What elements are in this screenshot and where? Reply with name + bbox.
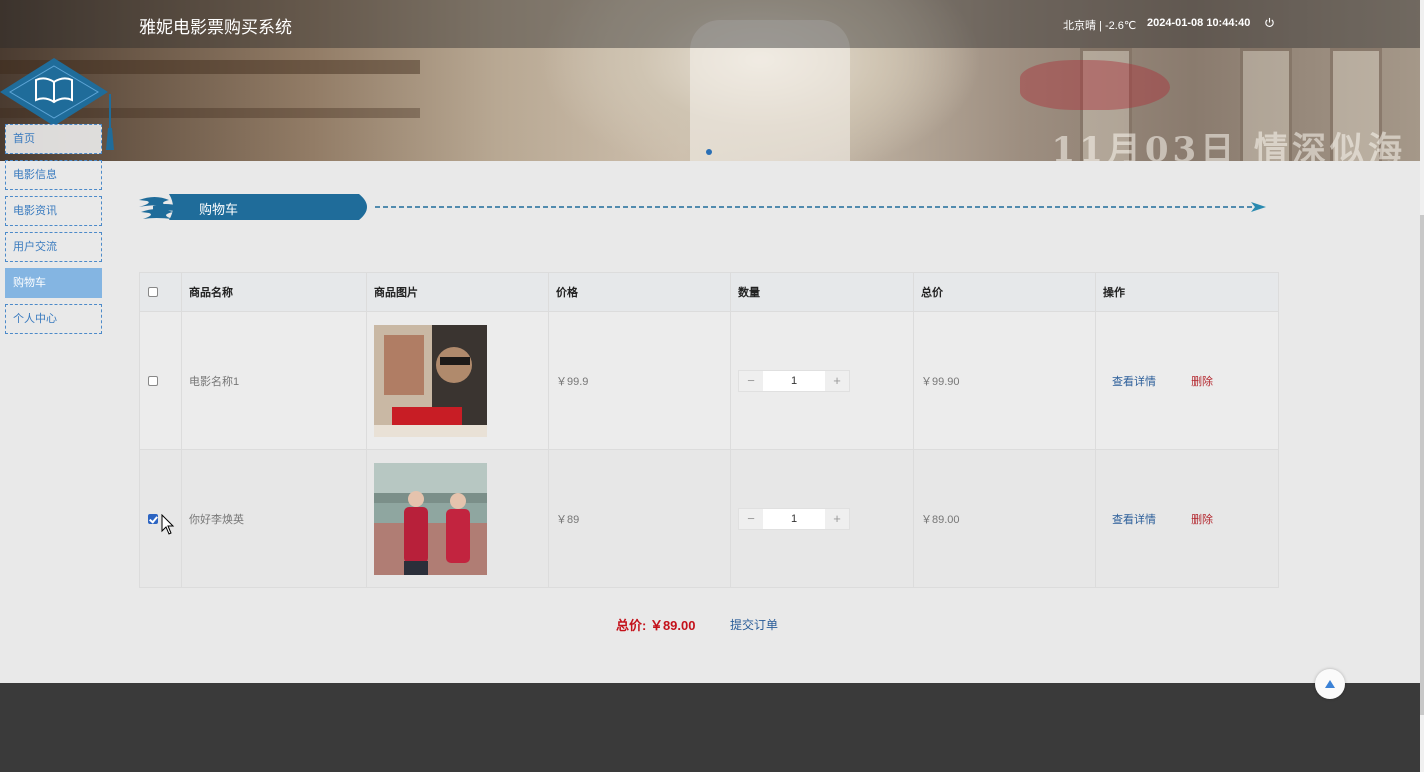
decrease-button[interactable]: − bbox=[739, 508, 763, 529]
page-scrollbar[interactable] bbox=[1420, 0, 1424, 772]
sidebar-item-movie-info[interactable]: 电影信息 bbox=[5, 160, 102, 190]
actions-cell: 查看详情 删除 bbox=[1095, 311, 1279, 450]
product-name: 电影名称1 bbox=[181, 311, 367, 450]
sidebar-item-user-forum[interactable]: 用户交流 bbox=[5, 232, 102, 262]
movie-poster-image[interactable] bbox=[374, 324, 487, 437]
quantity-cell: − 1 + bbox=[730, 449, 914, 588]
column-header: 商品图片 bbox=[366, 272, 549, 312]
decrease-button[interactable]: − bbox=[739, 370, 763, 391]
scrollbar-thumb[interactable] bbox=[1420, 215, 1424, 715]
increase-button[interactable]: + bbox=[825, 370, 849, 391]
product-image-cell bbox=[366, 449, 549, 588]
unit-price: ￥99.9 bbox=[548, 311, 731, 450]
product-name: 你好李焕英 bbox=[181, 449, 367, 588]
table-row: 你好李焕英 ￥89 − 1 + ￥89.00 查看详情 删除 bbox=[139, 449, 1279, 588]
column-header: 价格 bbox=[548, 272, 731, 312]
delete-link[interactable]: 删除 bbox=[1191, 376, 1213, 388]
submit-order-button[interactable]: 提交订单 bbox=[730, 616, 778, 633]
carousel-indicator[interactable] bbox=[706, 149, 712, 155]
sidebar-item-movie-news[interactable]: 电影资讯 bbox=[5, 196, 102, 226]
column-header: 总价 bbox=[913, 272, 1096, 312]
banner-object bbox=[1020, 60, 1170, 110]
view-detail-link[interactable]: 查看详情 bbox=[1112, 514, 1156, 526]
quantity-cell: − 1 + bbox=[730, 311, 914, 450]
section-header-ribbon bbox=[139, 194, 1266, 220]
movie-poster-image[interactable] bbox=[374, 462, 487, 575]
column-header: 数量 bbox=[730, 272, 914, 312]
mouse-cursor-icon bbox=[161, 514, 175, 535]
section-header: 购物车 bbox=[139, 192, 1269, 222]
row-select-cell bbox=[139, 311, 182, 450]
line-total: ￥89.00 bbox=[913, 449, 1096, 588]
quantity-stepper: − 1 + bbox=[738, 369, 850, 392]
row-checkbox[interactable] bbox=[148, 513, 158, 524]
product-image-cell bbox=[366, 311, 549, 450]
section-title: 购物车 bbox=[199, 202, 239, 217]
delete-link[interactable]: 删除 bbox=[1191, 514, 1213, 526]
line-total: ￥99.90 bbox=[913, 311, 1096, 450]
quantity-value[interactable]: 1 bbox=[763, 509, 825, 529]
sidebar-item-profile[interactable]: 个人中心 bbox=[5, 304, 102, 334]
banner-caption: 11月03日 情深似海 bbox=[1051, 130, 1406, 161]
cart-table: 商品名称 商品图片 价格 数量 总价 操作 电影名称1 ￥99.9 − 1 + … bbox=[139, 272, 1279, 588]
quantity-value[interactable]: 1 bbox=[763, 371, 825, 391]
back-to-top-button[interactable] bbox=[1315, 669, 1345, 699]
view-detail-link[interactable]: 查看详情 bbox=[1112, 376, 1156, 388]
power-icon[interactable] bbox=[1264, 17, 1275, 28]
row-checkbox[interactable] bbox=[148, 375, 158, 386]
unit-price: ￥89 bbox=[548, 449, 731, 588]
sidebar-item-cart[interactable]: 购物车 bbox=[5, 268, 102, 298]
top-bar: 雅妮电影票购买系统 北京晴 | -2.6℃ 2024-01-08 10:44:4… bbox=[0, 0, 1420, 48]
current-datetime: 2024-01-08 10:44:40 bbox=[1147, 17, 1251, 29]
select-all-cell bbox=[139, 272, 182, 312]
sidebar-nav: 首页 电影信息 电影资讯 用户交流 购物车 个人中心 bbox=[5, 124, 102, 340]
sidebar-item-home[interactable]: 首页 bbox=[5, 124, 102, 154]
weather-info: 北京晴 | -2.6℃ bbox=[1063, 20, 1137, 32]
table-header-row: 商品名称 商品图片 价格 数量 总价 操作 bbox=[139, 272, 1279, 312]
quantity-stepper: − 1 + bbox=[738, 507, 850, 530]
column-header: 商品名称 bbox=[181, 272, 367, 312]
caret-up-icon bbox=[1325, 680, 1335, 688]
select-all-checkbox[interactable] bbox=[148, 287, 158, 298]
table-row: 电影名称1 ￥99.9 − 1 + ￥99.90 查看详情 删除 bbox=[139, 311, 1279, 450]
cart-total: 总价: ￥89.00 bbox=[616, 618, 696, 633]
increase-button[interactable]: + bbox=[825, 508, 849, 529]
page-footer bbox=[0, 683, 1420, 772]
column-header: 操作 bbox=[1095, 272, 1279, 312]
site-title: 雅妮电影票购买系统 bbox=[139, 18, 292, 37]
actions-cell: 查看详情 删除 bbox=[1095, 449, 1279, 588]
